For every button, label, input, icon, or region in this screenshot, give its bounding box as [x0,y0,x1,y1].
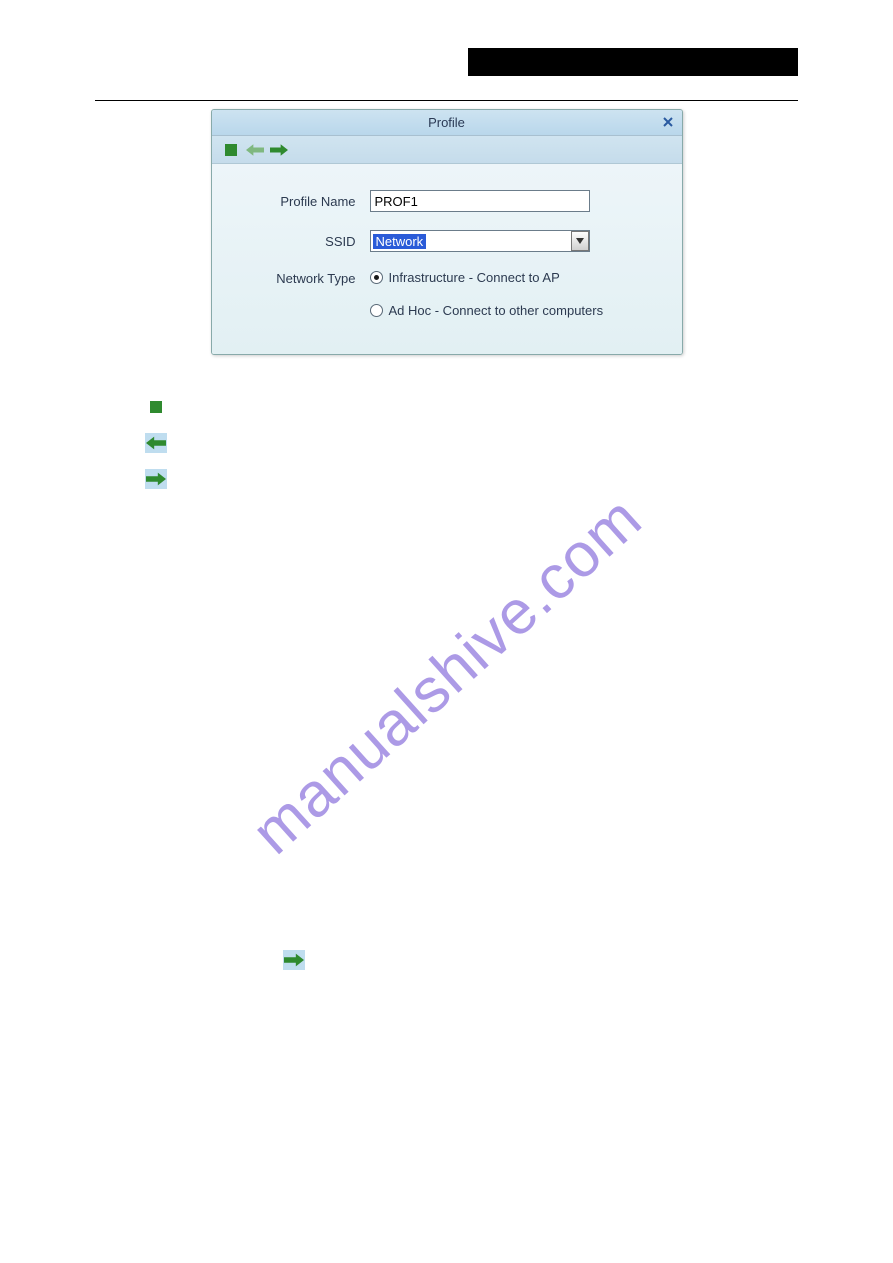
legend-stop-icon [145,397,167,417]
horizontal-rule [95,100,798,101]
profile-dialog: Profile Profile Name [211,109,683,355]
adhoc-radio[interactable] [370,304,383,317]
dialog-title: Profile [428,115,465,130]
close-button[interactable] [660,114,676,130]
back-arrow-icon[interactable] [246,141,264,159]
infrastructure-radio-label: Infrastructure - Connect to AP [389,270,560,285]
icon-legend [95,397,798,489]
network-type-label: Network Type [240,270,370,286]
adhoc-radio-label: Ad Hoc - Connect to other computers [389,303,604,318]
dialog-titlebar: Profile [212,110,682,136]
forward-arrow-icon[interactable] [270,141,288,159]
ssid-combo[interactable]: Network [370,230,590,252]
watermark-text: manualshive.com [238,483,655,869]
profile-name-input[interactable] [370,190,590,212]
ssid-selected-value: Network [373,234,427,249]
dialog-body: Profile Name SSID Network Network Type [212,164,682,354]
infrastructure-radio[interactable] [370,271,383,284]
ssid-label: SSID [240,234,370,249]
chevron-down-icon[interactable] [571,231,589,251]
profile-name-label: Profile Name [240,194,370,209]
legend-forward-arrow-icon [145,469,167,489]
dialog-toolbar [212,136,682,164]
header-black-bar [468,48,798,76]
inline-forward-arrow-icon [283,950,305,970]
legend-back-arrow-icon [145,433,167,453]
stop-icon[interactable] [222,141,240,159]
